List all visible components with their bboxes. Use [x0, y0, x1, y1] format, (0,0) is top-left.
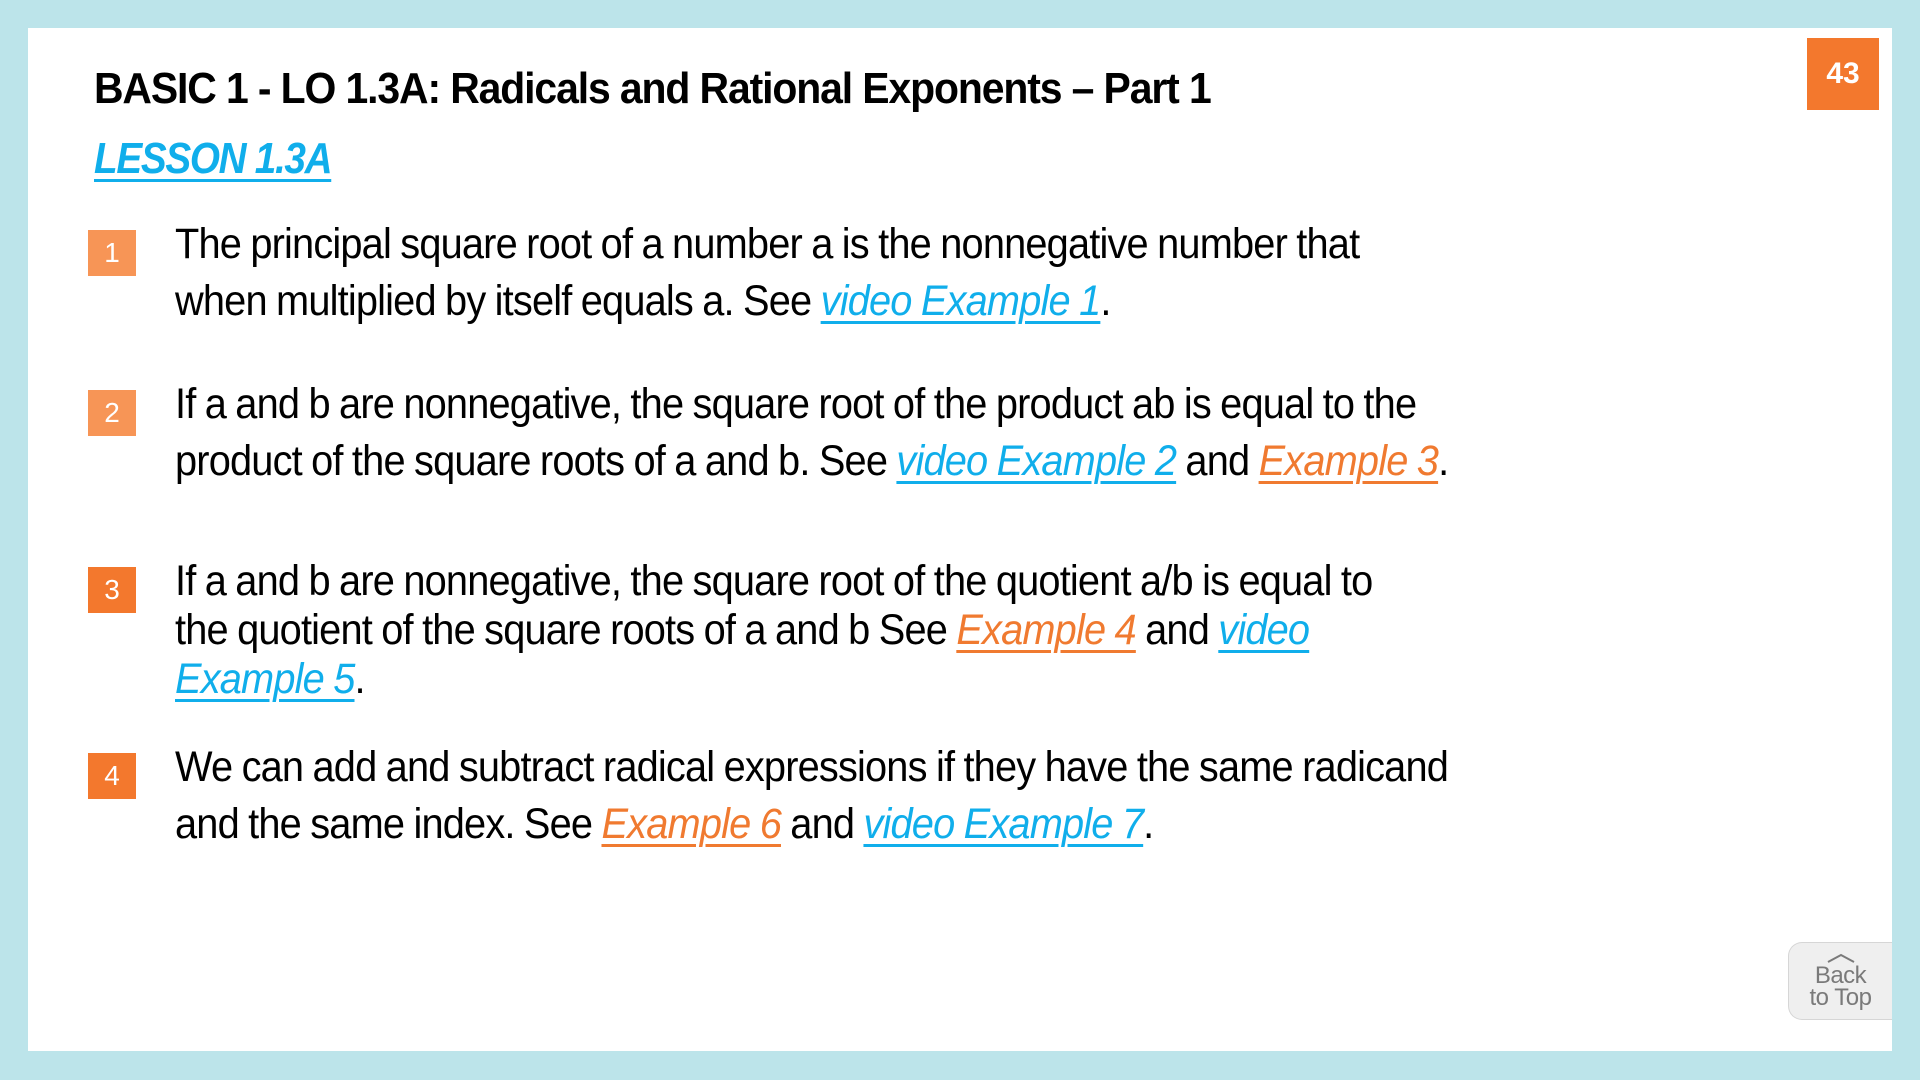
example-3-link[interactable]: Example 3 [1259, 437, 1439, 485]
item-line: when multiplied by itself equals a. See … [175, 273, 1692, 330]
video-example-2-link[interactable]: video Example 2 [896, 437, 1177, 485]
item-text-segment: and [1135, 606, 1219, 654]
slide-title: BASIC 1 - LO 1.3A: Radicals and Rational… [94, 64, 1212, 113]
back-to-top-button[interactable]: Back to Top [1788, 942, 1892, 1020]
item-text-segment: product of the square roots of a and b. … [175, 437, 897, 485]
item-text-segment: . [1143, 800, 1154, 848]
item-text-segment: the quotient of the square roots of a an… [175, 606, 957, 654]
item-text-segment: and [1176, 437, 1259, 485]
lesson-link[interactable]: LESSON 1.3A [94, 134, 333, 184]
item-text: If a and b are nonnegative, the square r… [175, 376, 1692, 490]
video-example-7-link[interactable]: video Example 7 [863, 800, 1144, 848]
item-text-segment: when multiplied by itself equals a. See [175, 277, 821, 325]
item-text-segment: and the same index. See [175, 800, 602, 848]
slide: BASIC 1 - LO 1.3A: Radicals and Rational… [28, 28, 1892, 1051]
item-line: If a and b are nonnegative, the square r… [175, 557, 1373, 605]
item-line: We can add and subtract radical expressi… [175, 743, 1449, 791]
item-text: If a and b are nonnegative, the square r… [175, 557, 1692, 704]
caret-up-icon [1827, 953, 1854, 963]
page-number-badge: 43 [1807, 38, 1879, 110]
item-line: The principal square root of a number a … [175, 220, 1360, 268]
item-text-segment: . [1100, 277, 1111, 325]
item-text: We can add and subtract radical expressi… [175, 739, 1692, 853]
video-example-1-link[interactable]: video Example 1 [821, 277, 1102, 325]
back-to-top-label-line2: to Top [1809, 984, 1872, 1011]
item-line: Example 5. [175, 655, 1692, 704]
item-text-segment: . [1438, 437, 1449, 485]
example-6-link[interactable]: Example 6 [601, 800, 781, 848]
item-line: product of the square roots of a and b. … [175, 433, 1692, 490]
item-text: The principal square root of a number a … [175, 216, 1692, 330]
item-number-badge: 4 [88, 753, 136, 799]
item-line: If a and b are nonnegative, the square r… [175, 380, 1417, 428]
item-line: the quotient of the square roots of a an… [175, 606, 1692, 655]
video-example-5-link-continued[interactable]: Example 5 [175, 655, 355, 703]
example-4-link[interactable]: Example 4 [956, 606, 1136, 654]
item-text-segment: . [354, 655, 366, 703]
item-text-segment: and [780, 800, 864, 848]
video-example-5-link[interactable]: video [1218, 606, 1310, 654]
item-number-badge: 1 [88, 230, 136, 276]
item-number-badge: 3 [88, 567, 136, 613]
item-number-badge: 2 [88, 390, 136, 436]
item-line: and the same index. See Example 6 and vi… [175, 796, 1692, 853]
